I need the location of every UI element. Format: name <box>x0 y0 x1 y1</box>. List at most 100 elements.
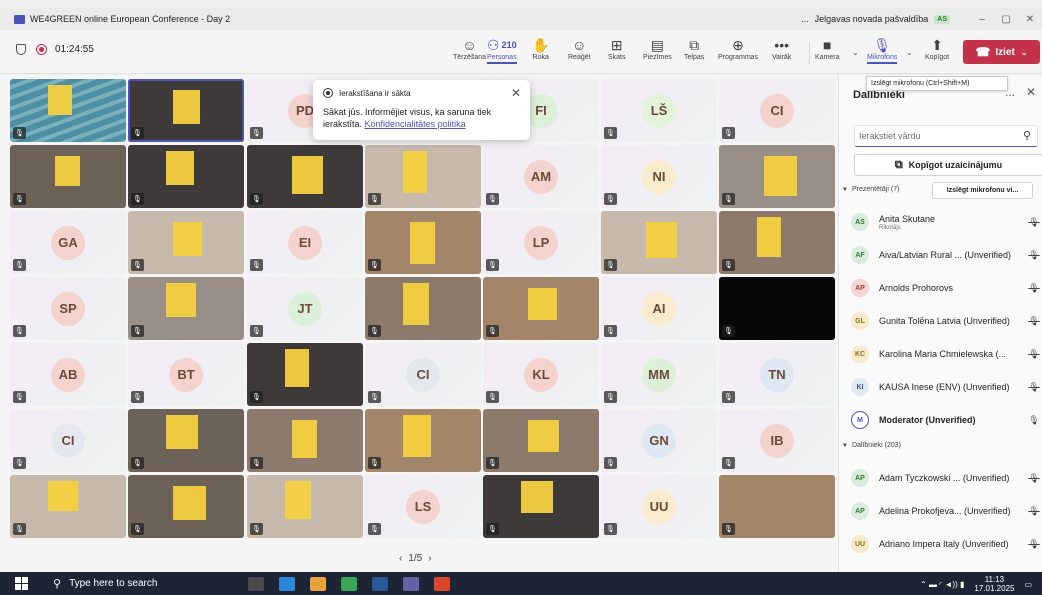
muted-microphone-icon[interactable]: 🎙 <box>1027 217 1041 228</box>
participant-row[interactable]: KI KAUSA Inese (ENV) (Unverified) 🎙 <box>851 374 1041 400</box>
close-icon[interactable]: ✕ <box>511 86 521 100</box>
privacy-policy-link[interactable]: Konfidencialitātes politika <box>365 119 466 129</box>
muted-microphone-icon[interactable]: 🎙 <box>1027 382 1041 393</box>
participant-video-tile[interactable]: 🎙 <box>719 475 835 538</box>
minimize-button[interactable]: – <box>970 14 994 25</box>
participant-video-tile[interactable]: 🎙 <box>128 409 244 472</box>
participant-video-tile[interactable]: 🎙 <box>601 211 717 274</box>
participant-avatar-tile[interactable]: KL 🎙 <box>483 343 599 406</box>
taskbar-app-icon[interactable] <box>403 576 419 591</box>
participant-video-tile[interactable]: 🎙 <box>719 211 835 274</box>
toolbar-people-button[interactable]: ⚇ 210 Personas <box>487 36 517 64</box>
taskbar-app-icon[interactable] <box>434 576 450 591</box>
participant-video-tile[interactable]: 🎙 <box>483 409 599 472</box>
participant-video-tile[interactable]: 🎙 <box>247 409 363 472</box>
taskbar-app-icon[interactable] <box>372 576 388 591</box>
participant-avatar-tile[interactable]: IB 🎙 <box>719 409 835 472</box>
participant-video-tile[interactable]: 🎙 <box>10 145 126 208</box>
participant-avatar-tile[interactable]: MM 🎙 <box>601 343 717 406</box>
muted-microphone-icon[interactable]: 🎙 <box>1027 316 1041 327</box>
maximize-button[interactable]: ▢ <box>994 14 1018 25</box>
participant-video-tile[interactable]: 🎙 <box>365 211 481 274</box>
user-badge[interactable]: AS <box>934 14 950 24</box>
muted-microphone-icon[interactable]: 🎙 <box>1027 539 1041 550</box>
participant-avatar-tile[interactable]: GN 🎙 <box>601 409 717 472</box>
copy-invite-button[interactable]: ⧉ Kopīgot uzaicinājumu <box>854 154 1042 176</box>
toolbar-notes-button[interactable]: ▤ Piezīmes <box>643 36 672 61</box>
participant-avatar-tile[interactable]: CI 🎙 <box>365 343 481 406</box>
muted-microphone-icon[interactable]: 🎙 <box>1027 283 1041 294</box>
participant-avatar-tile[interactable]: AI 🎙 <box>601 277 717 340</box>
participant-video-tile[interactable]: 🎙 <box>483 277 599 340</box>
taskbar-app-icon[interactable] <box>310 576 326 591</box>
participant-avatar-tile[interactable]: LS 🎙 <box>365 475 481 538</box>
muted-microphone-icon[interactable]: 🎙 <box>1027 506 1041 517</box>
toolbar-rooms-button[interactable]: ⧉ Telpas <box>684 36 704 61</box>
participant-row[interactable]: AS Anita Skutane Rīkotājs 🎙 <box>851 209 1041 235</box>
participant-avatar-tile[interactable]: JT 🎙 <box>247 277 363 340</box>
participant-avatar-tile[interactable]: LP 🎙 <box>483 211 599 274</box>
participant-video-tile[interactable]: 🎙 <box>128 145 244 208</box>
muted-microphone-icon[interactable]: 🎙 <box>1027 349 1041 360</box>
participant-avatar-tile[interactable]: AM 🎙 <box>483 145 599 208</box>
muted-microphone-icon[interactable]: 🎙 <box>1027 250 1041 261</box>
microphone-icon[interactable]: 🎙 <box>1027 415 1041 426</box>
participant-video-tile[interactable]: 🎙 <box>719 277 835 340</box>
more-menu[interactable]: ... <box>801 14 809 24</box>
camera-options-chevron-icon[interactable]: ⌄ <box>852 48 859 57</box>
muted-microphone-icon[interactable]: 🎙 <box>1027 473 1041 484</box>
taskbar-app-icon[interactable] <box>279 576 295 591</box>
chevron-down-icon[interactable]: ⌄ <box>1021 48 1028 57</box>
organization-name[interactable]: Jelgavas novada pašvaldība <box>815 14 929 24</box>
toolbar-share-button[interactable]: ⬆ Kopīgot <box>925 36 949 61</box>
toolbar-camera-button[interactable]: ■ Kamera <box>815 36 840 61</box>
participant-row[interactable]: GL Gunita Tolēna Latvia (Unverified) 🎙 <box>851 308 1041 334</box>
participant-avatar-tile[interactable]: CI 🎙 <box>10 409 126 472</box>
participant-video-tile[interactable]: 🎙 <box>10 79 126 142</box>
mute-all-button[interactable]: Izslēgt mikrofonu vi... <box>932 182 1033 199</box>
participant-video-tile[interactable]: 🎙 <box>719 145 835 208</box>
shield-icon[interactable] <box>16 44 26 55</box>
panel-close-button[interactable]: ✕ <box>1026 85 1036 99</box>
next-page-button[interactable]: › <box>428 553 431 564</box>
participant-avatar-tile[interactable]: GA 🎙 <box>10 211 126 274</box>
participant-video-tile[interactable]: 🎙 <box>10 475 126 538</box>
participant-row[interactable]: AP Adam Tyczkowski ... (Unverified) 🎙 <box>851 465 1041 491</box>
notifications-icon[interactable]: ▭ <box>1024 580 1032 589</box>
close-window-button[interactable]: ✕ <box>1018 14 1042 25</box>
participant-row[interactable]: UU Adriano Impera Italy (Unverified) 🎙 <box>851 531 1041 557</box>
presenters-section-header[interactable]: ▼ Prezentētāji (7) <box>842 186 899 193</box>
taskbar-app-icon[interactable] <box>341 576 357 591</box>
toolbar-view-button[interactable]: ⊞ Skats <box>608 36 626 61</box>
tray-icons[interactable]: ⌃ ▬ ◜ ◄)) ▮ <box>920 580 964 589</box>
participant-avatar-tile[interactable]: BT 🎙 <box>128 343 244 406</box>
participant-avatar-tile[interactable]: UU 🎙 <box>601 475 717 538</box>
taskbar-app-icon[interactable] <box>248 576 264 591</box>
windows-start-icon[interactable] <box>15 577 28 590</box>
participant-row[interactable]: AF Aiva/Latvian Rural ... (Unverified) 🎙 <box>851 242 1041 268</box>
taskbar-search[interactable]: ⚲ Type here to search <box>53 577 233 590</box>
toolbar-apps-button[interactable]: ⊕ Programmas <box>718 36 758 61</box>
participant-video-tile[interactable]: 🎙 <box>128 211 244 274</box>
toolbar-microphone-button[interactable]: 🎙 Mikrofons <box>867 36 898 64</box>
participant-row[interactable]: M Moderator (Unverified) 🎙 <box>851 407 1041 433</box>
participant-avatar-tile[interactable]: EI 🎙 <box>247 211 363 274</box>
participant-video-tile[interactable]: 🎙 <box>247 343 363 406</box>
toolbar-hand-button[interactable]: ✋ Roka <box>532 36 549 61</box>
mic-options-chevron-icon[interactable]: ⌄ <box>906 48 913 57</box>
clock[interactable]: 11:13 17.01.2025 <box>974 575 1014 593</box>
toolbar-react-button[interactable]: ☺ Reaģēt <box>568 36 591 61</box>
leave-button[interactable]: ☎ Iziet ⌄ <box>963 40 1040 64</box>
participant-avatar-tile[interactable]: SP 🎙 <box>10 277 126 340</box>
attendees-section-header[interactable]: ▼ Dalībnieki (203) <box>842 442 901 449</box>
previous-page-button[interactable]: ‹ <box>399 553 402 564</box>
participant-avatar-tile[interactable]: AB 🎙 <box>10 343 126 406</box>
toolbar-chat-button[interactable]: ☺ Tērzēšana <box>453 36 486 61</box>
participant-video-tile[interactable]: 🎙 <box>365 145 481 208</box>
participant-row[interactable]: KC Karolina Maria Chmielewska (... 🎙 <box>851 341 1041 367</box>
participant-video-tile[interactable]: 🎙 <box>128 475 244 538</box>
participant-video-tile[interactable]: 🎙 <box>247 475 363 538</box>
toolbar-more-button[interactable]: ••• Vairāk <box>772 36 791 61</box>
participant-video-tile[interactable]: 🎙 <box>128 277 244 340</box>
participant-video-tile[interactable]: 🎙 <box>365 409 481 472</box>
